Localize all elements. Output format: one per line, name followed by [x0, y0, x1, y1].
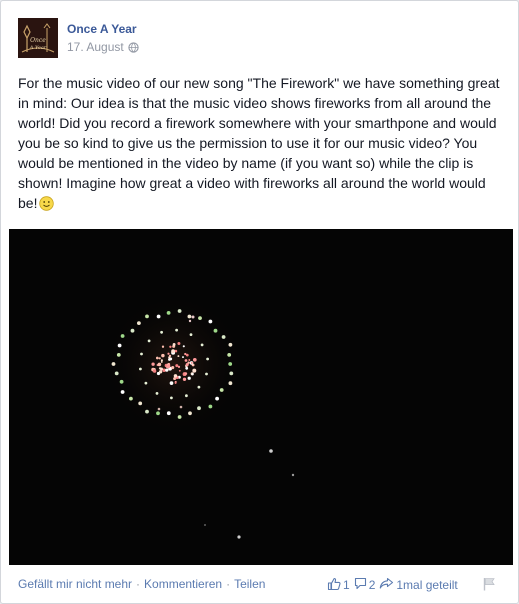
comment-link[interactable]: Kommentieren — [144, 577, 222, 591]
post-card: Once A Year Once A Year 17. August For t… — [0, 0, 519, 604]
post-date-link[interactable]: 17. August — [67, 40, 124, 54]
globe-icon[interactable] — [128, 42, 139, 56]
separator: · — [226, 577, 231, 591]
separator: · — [136, 577, 141, 591]
svg-text:Once: Once — [30, 37, 46, 44]
comment-count[interactable]: 2 — [369, 578, 376, 592]
share-link[interactable]: Teilen — [234, 577, 265, 591]
comment-icon[interactable] — [354, 577, 367, 593]
thumbs-up-icon[interactable] — [327, 577, 341, 594]
share-count[interactable]: 1mal geteilt — [396, 578, 457, 592]
post-body: For the music video of our new song "The… — [18, 75, 500, 211]
post-meta: 17. August — [67, 40, 139, 56]
unlike-link[interactable]: Gefällt mir nicht mehr — [18, 577, 132, 591]
like-count[interactable]: 1 — [343, 578, 350, 592]
firework-video-frame — [9, 229, 513, 565]
video-player[interactable] — [9, 229, 513, 565]
report-flag-icon[interactable] — [482, 577, 496, 596]
page-avatar[interactable]: Once A Year — [18, 18, 58, 58]
post-actions: Gefällt mir nicht mehr · Kommentieren · Teil… — [18, 577, 265, 591]
avatar-logo-icon: Once A Year — [18, 18, 58, 58]
smiley-emoji-icon — [39, 196, 55, 216]
svg-text:A Year: A Year — [29, 45, 47, 51]
share-arrow-icon[interactable] — [379, 577, 394, 593]
post-stats: 1 2 1mal geteilt — [327, 577, 458, 593]
post-text: For the music video of our new song "The… — [18, 73, 502, 216]
page-name-link[interactable]: Once A Year — [67, 22, 137, 36]
